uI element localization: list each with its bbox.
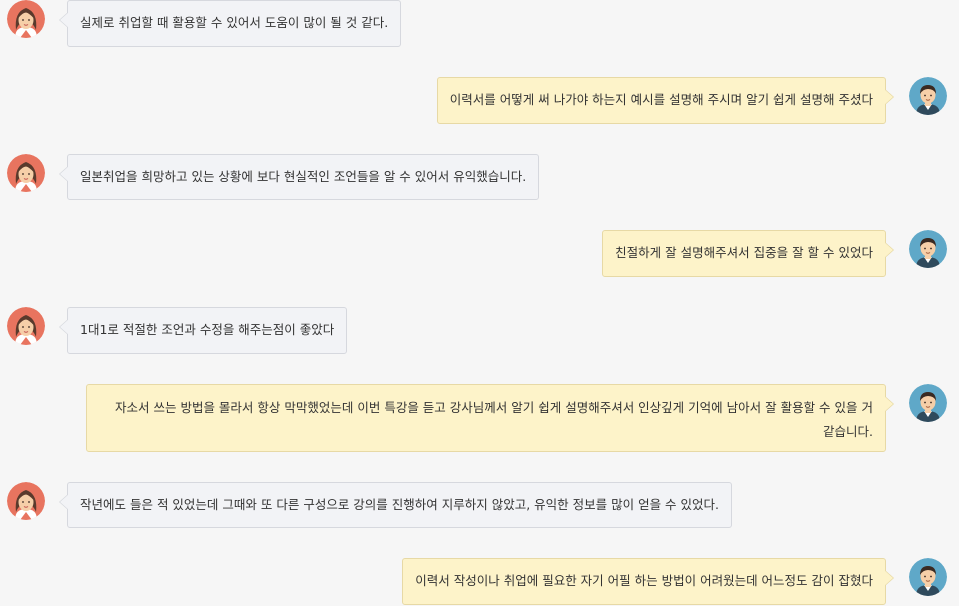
- female-avatar-icon: [7, 482, 45, 520]
- chat-thread: 실제로 취업할 때 활용할 수 있어서 도움이 많이 될 것 같다. 이력서를 …: [0, 0, 959, 606]
- female-avatar-icon: [7, 0, 45, 38]
- message-text: 자소서 쓰는 방법을 몰라서 항상 막막했었는데 이번 특강을 듣고 강사님께서…: [115, 400, 873, 439]
- male-avatar-icon: [909, 558, 947, 596]
- message-bubble: 실제로 취업할 때 활용할 수 있어서 도움이 많이 될 것 같다.: [58, 0, 402, 47]
- message-text: 일본취업을 희망하고 있는 상황에 보다 현실적인 조언들을 알 수 있어서 유…: [80, 169, 527, 184]
- message-bubble: 일본취업을 희망하고 있는 상황에 보다 현실적인 조언들을 알 수 있어서 유…: [58, 154, 540, 200]
- message-bubble: 친절하게 잘 설명해주셔서 집중을 잘 할 수 있었다: [602, 230, 894, 277]
- message-text: 1대1로 적절한 조언과 수정을 해주는점이 좋았다: [80, 322, 335, 337]
- message-text: 이력서를 어떻게 써 나가야 하는지 예시를 설명해 주시며 알기 쉽게 설명해…: [449, 92, 873, 107]
- male-avatar-icon: [909, 77, 947, 115]
- message-bubble: 이력서를 어떻게 써 나가야 하는지 예시를 설명해 주시며 알기 쉽게 설명해…: [436, 77, 895, 124]
- message-text: 친절하게 잘 설명해주셔서 집중을 잘 할 수 있었다: [615, 245, 873, 260]
- female-avatar-icon: [7, 154, 45, 192]
- message-text: 실제로 취업할 때 활용할 수 있어서 도움이 많이 될 것 같다.: [80, 15, 389, 30]
- message-bubble: 이력서 작성이나 취업에 필요한 자기 어필 하는 방법이 어려웠는데 어느정도…: [402, 558, 894, 605]
- message-text: 이력서 작성이나 취업에 필요한 자기 어필 하는 방법이 어려웠는데 어느정도…: [415, 573, 873, 588]
- male-avatar-icon: [909, 230, 947, 268]
- message-text: 작년에도 들은 적 있었는데 그때와 또 다른 구성으로 강의를 진행하여 지루…: [80, 497, 719, 512]
- message-bubble: 1대1로 적절한 조언과 수정을 해주는점이 좋았다: [58, 307, 348, 354]
- male-avatar-icon: [909, 384, 947, 422]
- message-bubble: 작년에도 들은 적 있었는데 그때와 또 다른 구성으로 강의를 진행하여 지루…: [59, 482, 732, 528]
- female-avatar-icon: [7, 307, 45, 345]
- message-bubble: 자소서 쓰는 방법을 몰라서 항상 막막했었는데 이번 특강을 듣고 강사님께서…: [86, 384, 894, 452]
